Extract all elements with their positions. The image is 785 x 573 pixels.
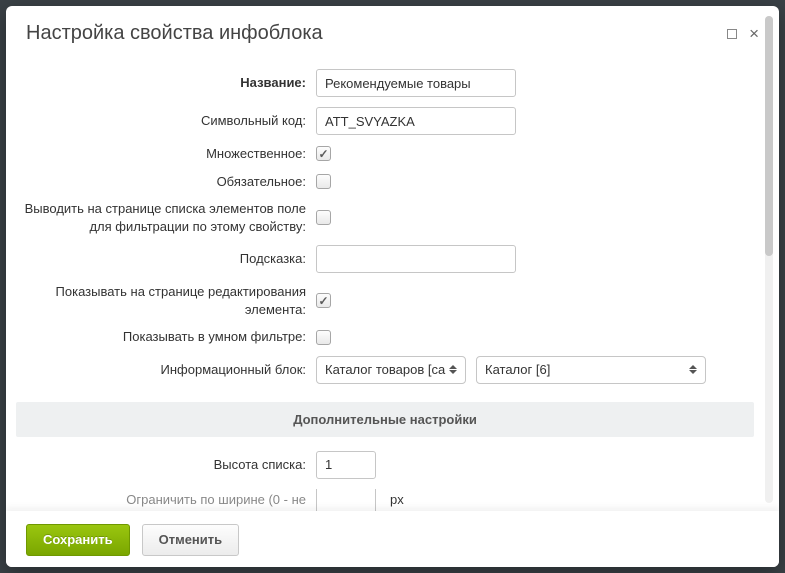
- label-required: Обязательное:: [16, 173, 316, 191]
- row-name: Название:: [16, 69, 754, 97]
- close-icon[interactable]: ×: [749, 25, 759, 42]
- required-checkbox[interactable]: [316, 174, 331, 189]
- scrollbar-thumb[interactable]: [765, 16, 773, 256]
- iblock-value: Каталог [6]: [485, 362, 550, 377]
- name-input[interactable]: [316, 69, 516, 97]
- settings-modal: Настройка свойства инфоблока × Название:…: [6, 6, 779, 567]
- modal-title: Настройка свойства инфоблока: [26, 22, 323, 45]
- label-smart-filter: Показывать в умном фильтре:: [16, 328, 316, 346]
- row-show-edit: Показывать на странице редактирования эл…: [16, 283, 754, 318]
- label-show-edit: Показывать на странице редактирования эл…: [16, 283, 316, 318]
- row-iblock: Информационный блок: Каталог товаров [ca…: [16, 356, 754, 384]
- row-list-height: Высота списка:: [16, 451, 754, 479]
- label-code: Символьный код:: [16, 112, 316, 130]
- window-controls: ×: [727, 25, 759, 42]
- maximize-icon[interactable]: [727, 29, 737, 39]
- iblock-select[interactable]: Каталог [6]: [476, 356, 706, 384]
- modal-body: Название: Символьный код: Множественное:…: [6, 59, 779, 567]
- show-edit-checkbox[interactable]: [316, 293, 331, 308]
- row-code: Символьный код:: [16, 107, 754, 135]
- modal-footer: Сохранить Отменить: [6, 511, 779, 567]
- hint-input[interactable]: [316, 245, 516, 273]
- list-height-input[interactable]: [316, 451, 376, 479]
- row-hint: Подсказка:: [16, 245, 754, 273]
- row-multiple: Множественное:: [16, 145, 754, 163]
- row-width-limit: Ограничить по ширине (0 - не px: [16, 489, 754, 511]
- label-hint: Подсказка:: [16, 250, 316, 268]
- row-smart-filter: Показывать в умном фильтре:: [16, 328, 754, 346]
- cancel-button[interactable]: Отменить: [142, 524, 240, 556]
- px-suffix: px: [390, 492, 404, 507]
- width-limit-input[interactable]: [316, 489, 376, 511]
- scrollbar[interactable]: [765, 16, 773, 503]
- label-filter: Выводить на странице списка элементов по…: [16, 200, 316, 235]
- advanced-section-header: Дополнительные настройки: [16, 402, 754, 437]
- label-iblock: Информационный блок:: [16, 361, 316, 379]
- modal-header: Настройка свойства инфоблока ×: [6, 6, 779, 59]
- code-input[interactable]: [316, 107, 516, 135]
- iblock-type-select[interactable]: Каталог товаров [ca: [316, 356, 466, 384]
- smart-filter-checkbox[interactable]: [316, 330, 331, 345]
- label-list-height: Высота списка:: [16, 456, 316, 474]
- save-button[interactable]: Сохранить: [26, 524, 130, 556]
- chevron-updown-icon: [685, 360, 701, 380]
- label-multiple: Множественное:: [16, 145, 316, 163]
- multiple-checkbox[interactable]: [316, 146, 331, 161]
- row-filter: Выводить на странице списка элементов по…: [16, 200, 754, 235]
- chevron-updown-icon: [445, 360, 461, 380]
- filter-checkbox[interactable]: [316, 210, 331, 225]
- label-name: Название:: [16, 74, 316, 92]
- row-required: Обязательное:: [16, 173, 754, 191]
- label-width-limit: Ограничить по ширине (0 - не: [16, 491, 316, 509]
- iblock-type-value: Каталог товаров [ca: [325, 362, 445, 377]
